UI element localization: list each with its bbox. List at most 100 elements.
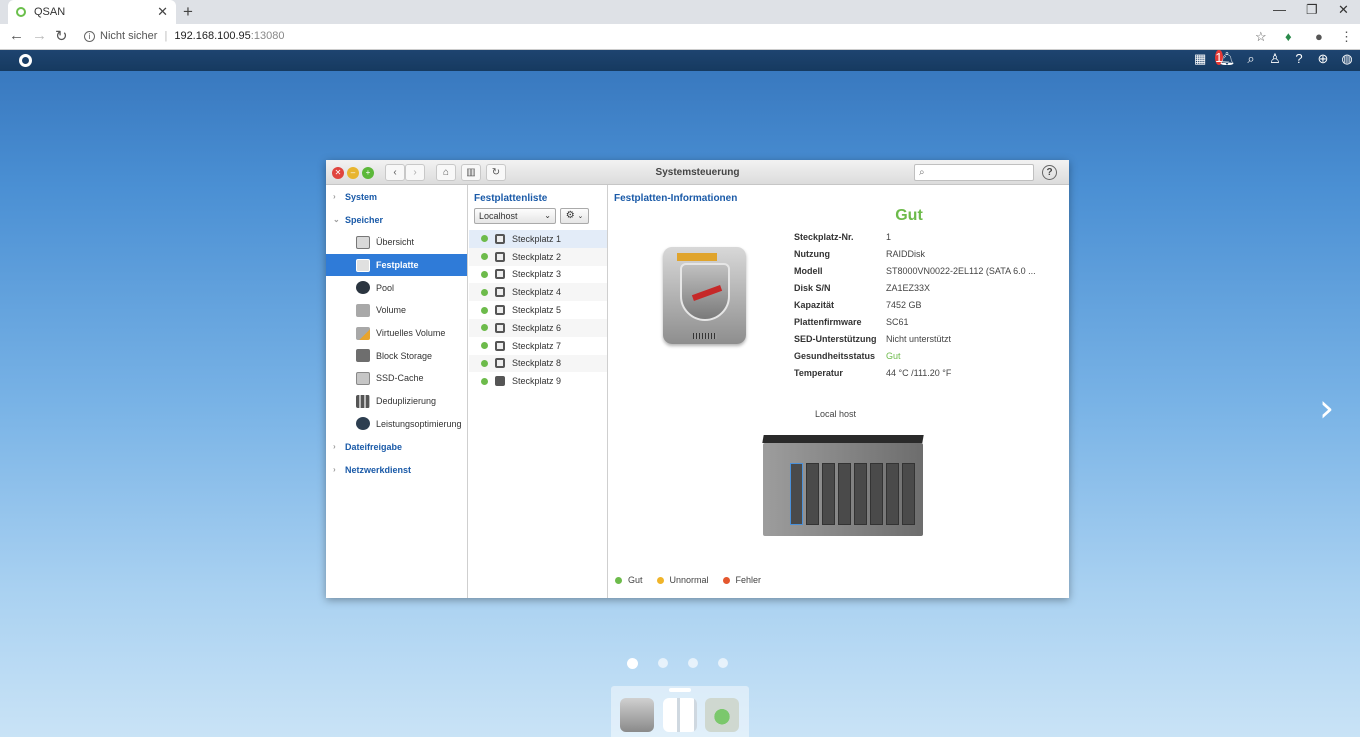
disk-icon (495, 322, 505, 333)
profile-icon[interactable]: ● (1315, 29, 1323, 44)
system-info-icon[interactable]: ◍ (1338, 51, 1356, 67)
status-good-icon (481, 377, 488, 385)
browser-tab[interactable]: QSAN ✕ (8, 0, 176, 24)
sidebar-item-ssd-cache[interactable]: SSD-Cache (326, 367, 467, 390)
dock (611, 686, 749, 737)
browser-tab-bar: QSAN ✕ + — ❐ ✕ (0, 0, 1360, 24)
sidebar-item-block-storage[interactable]: Block Storage (326, 344, 467, 367)
address-bar: ← → ↻ i Nicht sicher | 192.168.100.95:13… (0, 24, 1360, 50)
info-row: Steckplatz-Nr. 1 (794, 231, 892, 242)
sidebar-group-system[interactable]: › System (326, 185, 467, 208)
disk-slot-row[interactable]: Steckplatz 6 (469, 318, 607, 337)
status-badge: Gut (895, 207, 923, 224)
info-row: SED-Unterstützung Nicht unterstützt (794, 334, 952, 345)
sidebar-item-leistungsoptimierung[interactable]: Leistungsoptimierung (326, 413, 467, 436)
page-dot[interactable] (718, 658, 728, 668)
bookmark-star-icon[interactable]: ☆ (1255, 29, 1267, 45)
nas-device-image (762, 435, 924, 536)
disk-slot-row[interactable]: Steckplatz 4 (469, 283, 607, 302)
settings-gear-button[interactable]: ⚙ ⌄ (560, 208, 589, 224)
pool-icon (356, 281, 370, 295)
status-good-icon (481, 359, 488, 367)
info-icon: i (84, 30, 95, 42)
status-good-icon (615, 576, 622, 584)
legend-item: Gut (615, 575, 643, 585)
volume-icon (356, 303, 370, 317)
window-search-input[interactable]: ⌕ (914, 164, 1034, 181)
next-page-arrow-icon[interactable]: › (1319, 386, 1334, 430)
sidebar-item-volume[interactable]: Volume (326, 299, 467, 322)
page-dot[interactable] (688, 658, 698, 668)
disk-slot-row[interactable]: Steckplatz 1 (469, 230, 607, 248)
chevron-right-icon: › (333, 192, 336, 201)
sidebar: › System ⌄ Speicher Übersicht Festplatte P… (326, 185, 468, 598)
disk-slot-row[interactable]: Steckplatz 5 (469, 301, 607, 319)
performance-icon (356, 417, 370, 431)
overview-icon (356, 235, 370, 249)
qsan-logo-icon[interactable] (19, 54, 32, 67)
restore-icon[interactable]: ❐ (1306, 2, 1318, 18)
legend-item: Unnormal (656, 575, 709, 585)
chevron-down-icon: ⌄ (544, 211, 551, 220)
sidebar-item-virtuelles-volume[interactable]: Virtuelles Volume (326, 322, 467, 345)
forward-icon[interactable]: → (32, 27, 47, 44)
ssd-icon (495, 376, 505, 387)
globe-icon[interactable]: ⊕ (1314, 51, 1332, 67)
dedup-icon (356, 394, 370, 408)
status-good-icon (481, 235, 488, 243)
sidebar-group-speicher[interactable]: ⌄ Speicher (326, 208, 467, 231)
window-titlebar: ✕ – + ‹ › ⌂ ▥ ↻ Systemsteuerung ⌕ ? (326, 160, 1069, 185)
disk-slot-row[interactable]: Steckplatz 8 (469, 354, 607, 373)
status-good-icon (481, 342, 488, 350)
bell-icon[interactable]: 🔔︎ (1218, 51, 1236, 67)
control-panel-icon[interactable] (620, 698, 654, 732)
disk-slot-row[interactable]: Steckplatz 3 (469, 266, 607, 284)
security-label: Nicht sicher (100, 30, 158, 42)
tasks-icon[interactable]: ▦ 1 (1194, 50, 1223, 67)
app-grid-icon[interactable] (663, 698, 697, 732)
help-icon[interactable]: ? (1042, 165, 1057, 180)
sidebar-item-festplatte[interactable]: Festplatte (326, 253, 467, 277)
sidebar-group-dateifreigabe[interactable]: › Dateifreigabe (326, 435, 467, 458)
page-dot[interactable] (627, 658, 638, 669)
ssd-icon (356, 371, 370, 385)
page-dot[interactable] (658, 658, 668, 668)
sidebar-group-netzwerkdienst[interactable]: › Netzwerkdienst (326, 458, 467, 481)
help-icon[interactable]: ? (1290, 51, 1308, 67)
disk-slot-row[interactable]: Steckplatz 9 (469, 372, 607, 390)
status-error-icon (722, 576, 730, 584)
chevron-right-icon: › (333, 442, 336, 452)
minimize-icon[interactable]: — (1273, 2, 1286, 17)
sidebar-item-uebersicht[interactable]: Übersicht (326, 231, 467, 254)
back-icon[interactable]: ← (9, 27, 24, 44)
disk-icon (495, 287, 505, 298)
info-row: Disk S/N ZA1EZ33X (794, 282, 931, 293)
search-icon[interactable]: ⌕ (1242, 51, 1260, 67)
recycle-bin-icon[interactable] (705, 698, 739, 732)
status-good-icon (481, 253, 488, 261)
sidebar-item-deduplizierung[interactable]: Deduplizierung (326, 390, 467, 413)
disk-list-heading: Festplattenliste (474, 193, 548, 204)
status-legend: Gut Unnormal Fehler (615, 575, 761, 585)
tab-close-icon[interactable]: ✕ (157, 4, 168, 20)
browser-menu-icon[interactable]: ⋮ (1340, 29, 1353, 45)
info-row: Temperatur 44 °C /111.20 °F (794, 368, 952, 379)
chevron-down-icon: ⌄ (333, 215, 340, 224)
disk-icon (495, 269, 505, 280)
desktop-pager (627, 658, 728, 669)
extension-icon[interactable]: ♦ (1285, 29, 1292, 44)
url-field[interactable]: i Nicht sicher | 192.168.100.95:13080 (84, 30, 284, 42)
new-tab-button[interactable]: + (183, 2, 193, 22)
reload-icon[interactable]: ↻ (55, 27, 68, 45)
host-select[interactable]: Localhost ⌄ (474, 208, 556, 224)
systemsteuerung-window: ✕ – + ‹ › ⌂ ▥ ↻ Systemsteuerung ⌕ ? › Sys… (326, 160, 1069, 598)
qsan-favicon-icon (16, 7, 26, 17)
disk-slot-row[interactable]: Steckplatz 7 (469, 337, 607, 355)
user-icon[interactable]: ♙ (1266, 51, 1284, 67)
disk-slot-row[interactable]: Steckplatz 2 (469, 247, 607, 266)
search-icon: ⌕ (919, 167, 925, 178)
sidebar-item-pool[interactable]: Pool (326, 276, 467, 299)
dock-handle[interactable] (669, 688, 691, 692)
window-close-icon[interactable]: ✕ (1338, 2, 1349, 18)
info-row: Nutzung RAIDDisk (794, 248, 926, 259)
